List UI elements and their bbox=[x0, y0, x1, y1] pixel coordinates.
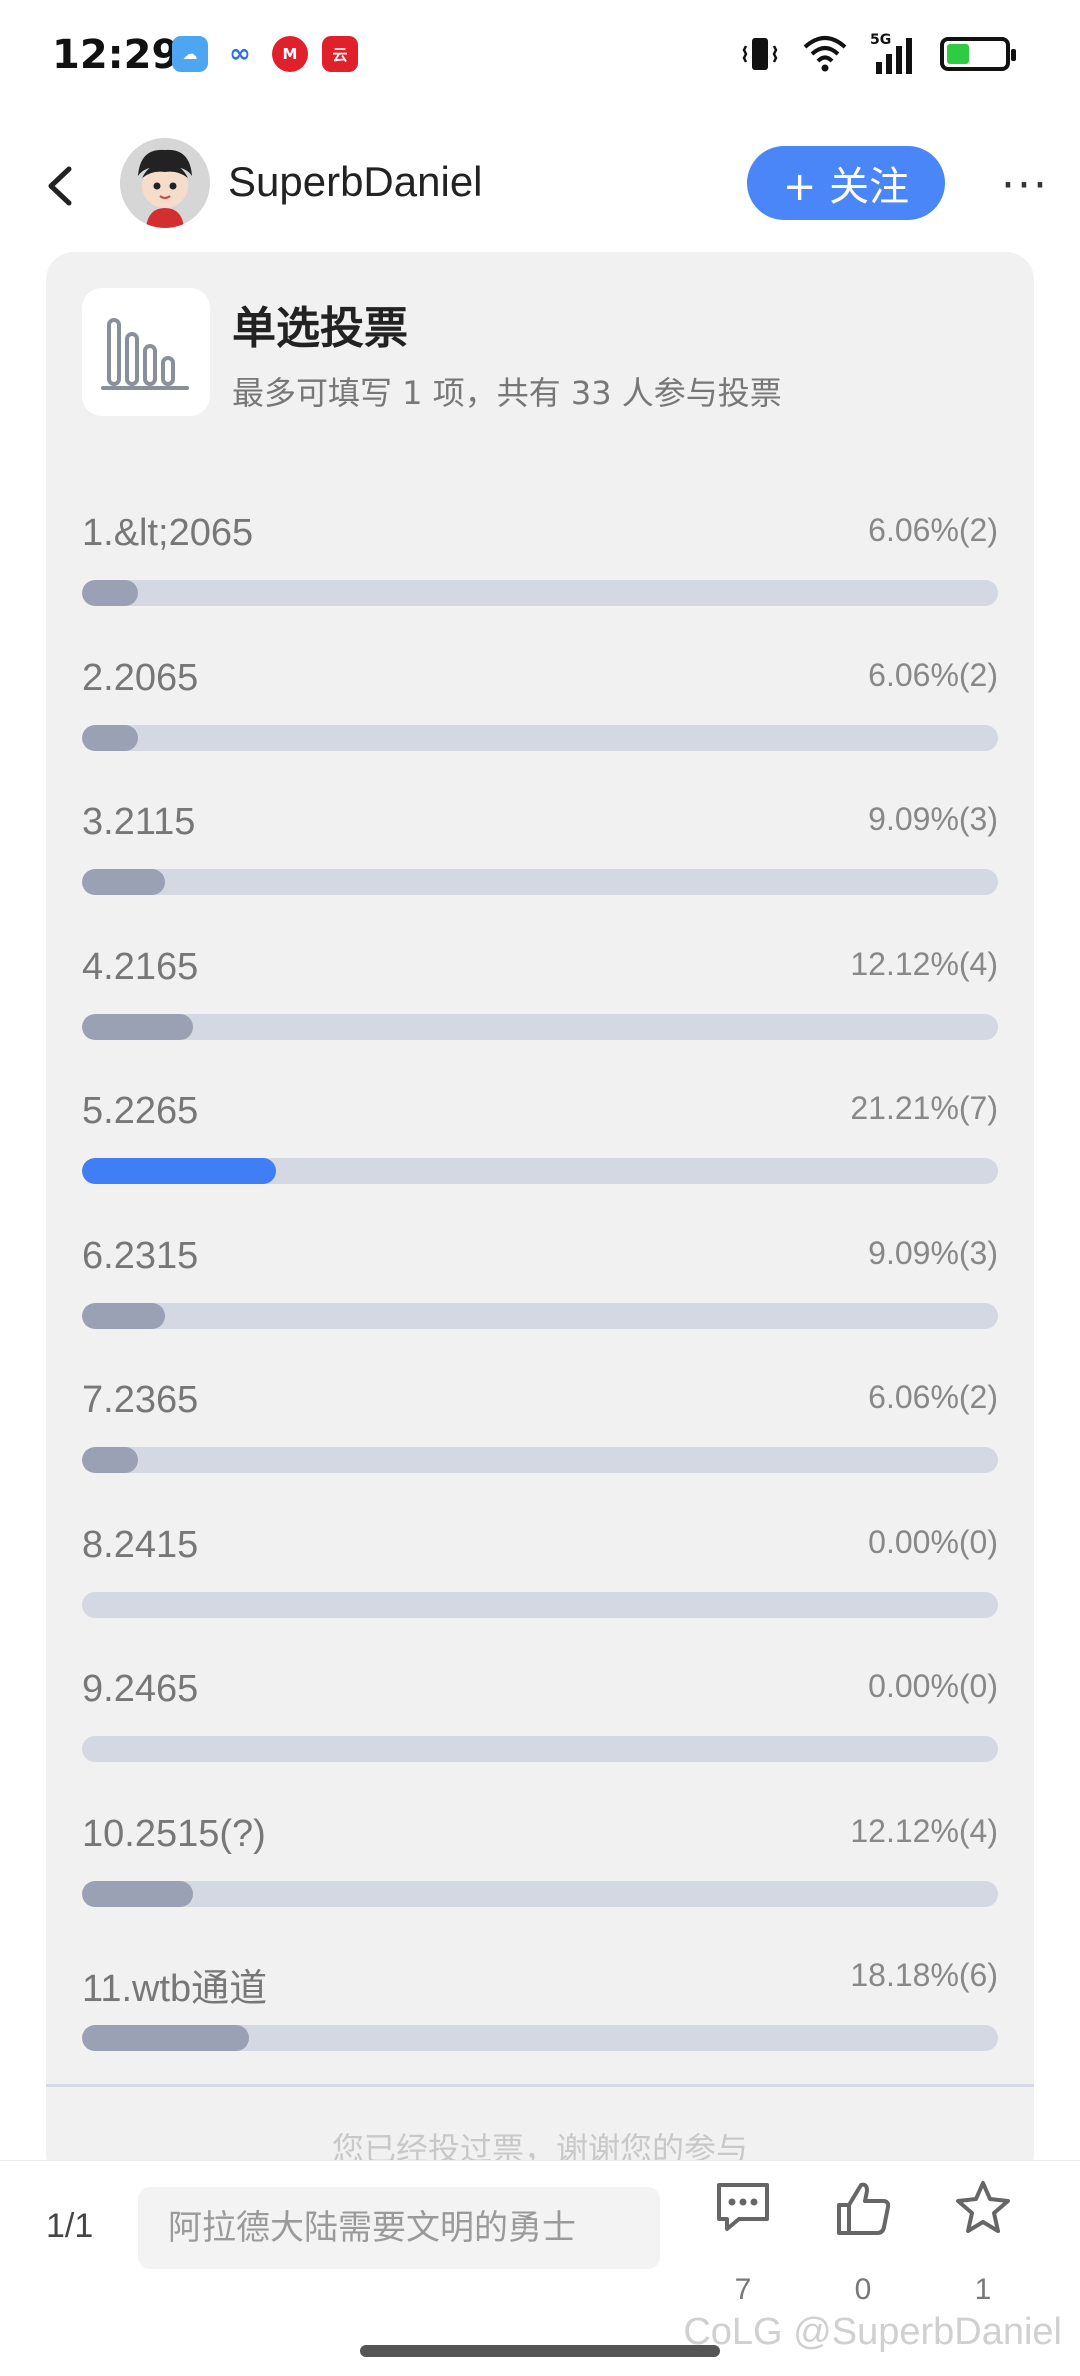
poll-option-label: 5.2265 bbox=[82, 1090, 199, 1132]
poll-option-label: 7.2365 bbox=[82, 1379, 199, 1421]
poll-option: 4.2165 12.12%(4) bbox=[82, 946, 998, 1066]
home-indicator[interactable] bbox=[360, 2345, 720, 2357]
poll-option-bar-track bbox=[82, 580, 998, 606]
cellular-signal-icon: 5G bbox=[870, 32, 918, 74]
poll-option-result: 18.18%(6) bbox=[850, 1957, 998, 1993]
poll-option: 6.2315 9.09%(3) bbox=[82, 1235, 998, 1355]
poll-option-result: 6.06%(2) bbox=[868, 512, 998, 548]
poll-option-result: 6.06%(2) bbox=[868, 1379, 998, 1415]
poll-option: 1.&lt;2065 6.06%(2) bbox=[82, 512, 998, 632]
status-time: 12:29 bbox=[52, 32, 180, 78]
poll-option-bar-fill bbox=[82, 1013, 194, 1040]
poll-option-bar-fill bbox=[82, 724, 138, 751]
status-indicators: 5G bbox=[740, 32, 1016, 74]
chevron-left-icon bbox=[48, 166, 72, 206]
baidu-netdisk-icon: ∞ bbox=[222, 36, 258, 72]
poll-option-result: 9.09%(3) bbox=[868, 1234, 998, 1271]
poll-option-bar-track bbox=[82, 1736, 998, 1762]
poll-option-label: 8.2415 bbox=[82, 1523, 199, 1566]
poll-option-result: 0.00%(0) bbox=[868, 1523, 998, 1560]
poll-option-bar-track bbox=[82, 724, 998, 751]
yunshanfu-icon: 云 bbox=[322, 36, 358, 72]
like-button[interactable]: 0 bbox=[818, 2179, 908, 2306]
comment-icon bbox=[717, 2183, 769, 2231]
avatar[interactable] bbox=[120, 138, 210, 228]
poll-option: 3.2115 9.09%(3) bbox=[82, 801, 998, 921]
poll-option-bar-track bbox=[82, 1158, 998, 1184]
poll-option: 10.2515(?) 12.12%(4) bbox=[82, 1813, 998, 1933]
mcdonalds-icon: M bbox=[272, 36, 308, 72]
poll-option-bar-track bbox=[82, 869, 998, 895]
poll-title: 单选投票 bbox=[232, 303, 408, 354]
poll-option: 2.2065 6.06%(2) bbox=[82, 657, 998, 777]
status-app-icons: ☁ ∞ M 云 bbox=[172, 36, 358, 72]
poll-option-label: 6.2315 bbox=[82, 1234, 199, 1277]
poll-subtitle: 最多可填写 1 项，共有 33 人参与投票 bbox=[232, 374, 782, 412]
poll-option-bar-track bbox=[82, 1880, 998, 1907]
poll-option: 11.wtb通道 18.18%(6) bbox=[82, 1957, 998, 2077]
poll-option-result: 0.00%(0) bbox=[868, 1668, 998, 1704]
favorite-button[interactable]: 1 bbox=[938, 2179, 1028, 2306]
poll-option: 8.2415 0.00%(0) bbox=[82, 1524, 998, 1644]
comment-count: 7 bbox=[734, 2273, 752, 2306]
network-type-label: 5G bbox=[870, 32, 892, 48]
poll-option-result: 12.12%(4) bbox=[850, 945, 998, 982]
wifi-icon bbox=[803, 36, 847, 72]
poll-option-bar-track bbox=[82, 1591, 998, 1618]
poll-option-label: 10.2515(?) bbox=[82, 1812, 266, 1855]
poll-option-bar-track bbox=[82, 1013, 998, 1040]
vibrate-icon bbox=[742, 38, 778, 70]
poll-option: 5.2265 21.21%(7) bbox=[82, 1090, 998, 1210]
poll-option-bar-fill bbox=[82, 1447, 138, 1473]
comment-button[interactable]: 7 bbox=[698, 2179, 788, 2306]
thumbs-up-icon bbox=[837, 2182, 891, 2235]
poll-option: 9.2465 0.00%(0) bbox=[82, 1668, 998, 1788]
poll-option-label: 2.2065 bbox=[82, 656, 199, 699]
status-bar: 12:29 ☁ ∞ M 云 5G bbox=[0, 0, 1080, 120]
poll-option-bar-fill bbox=[82, 1302, 166, 1329]
poll-option-result: 21.21%(7) bbox=[850, 1090, 998, 1126]
poll-option-bar-track bbox=[82, 1302, 998, 1329]
poll-option-label: 3.2115 bbox=[82, 801, 196, 843]
post-header: SuperbDaniel + 关注 ··· bbox=[0, 130, 1080, 240]
poll-option-bar-fill bbox=[82, 869, 166, 895]
more-options-icon[interactable]: ··· bbox=[995, 160, 1055, 211]
poll-option-label: 11.wtb通道 bbox=[82, 1968, 268, 2010]
comment-input[interactable] bbox=[138, 2187, 660, 2269]
username[interactable]: SuperbDaniel bbox=[228, 158, 483, 206]
poll-card: 单选投票 最多可填写 1 项，共有 33 人参与投票 1.&lt;2065 6.0… bbox=[46, 252, 1034, 2182]
page-indicator: 1/1 bbox=[46, 2207, 94, 2245]
poll-option: 7.2365 6.06%(2) bbox=[82, 1379, 998, 1499]
poll-option-label: 9.2465 bbox=[82, 1668, 199, 1710]
weather-app-icon: ☁ bbox=[172, 36, 208, 72]
poll-option-bar-track bbox=[82, 2025, 998, 2051]
star-icon bbox=[956, 2181, 1010, 2233]
poll-option-result: 12.12%(4) bbox=[850, 1812, 998, 1849]
poll-option-bar-fill bbox=[82, 580, 138, 606]
like-count: 0 bbox=[854, 2273, 872, 2306]
poll-option-result: 9.09%(3) bbox=[868, 801, 998, 837]
battery-icon bbox=[940, 37, 1016, 71]
poll-option-bar-fill bbox=[82, 2025, 249, 2051]
poll-option-bar-track bbox=[82, 1447, 998, 1473]
back-button[interactable] bbox=[30, 156, 90, 216]
poll-option-bar-fill bbox=[82, 1880, 194, 1907]
poll-option-label: 4.2165 bbox=[82, 945, 199, 988]
poll-option-label: 1.&lt;2065 bbox=[82, 512, 254, 554]
favorite-count: 1 bbox=[974, 2273, 992, 2306]
watermark: CoLG @SuperbDaniel bbox=[683, 2311, 1062, 2353]
bottom-bar: 1/1 7 0 1 CoLG @SuperbDaniel bbox=[0, 2160, 1080, 2376]
follow-button[interactable]: + 关注 bbox=[747, 146, 945, 220]
divider bbox=[46, 2084, 1034, 2087]
poll-option-bar-fill bbox=[82, 1158, 277, 1184]
poll-option-result: 6.06%(2) bbox=[868, 656, 998, 693]
bar-chart-icon bbox=[82, 288, 210, 416]
